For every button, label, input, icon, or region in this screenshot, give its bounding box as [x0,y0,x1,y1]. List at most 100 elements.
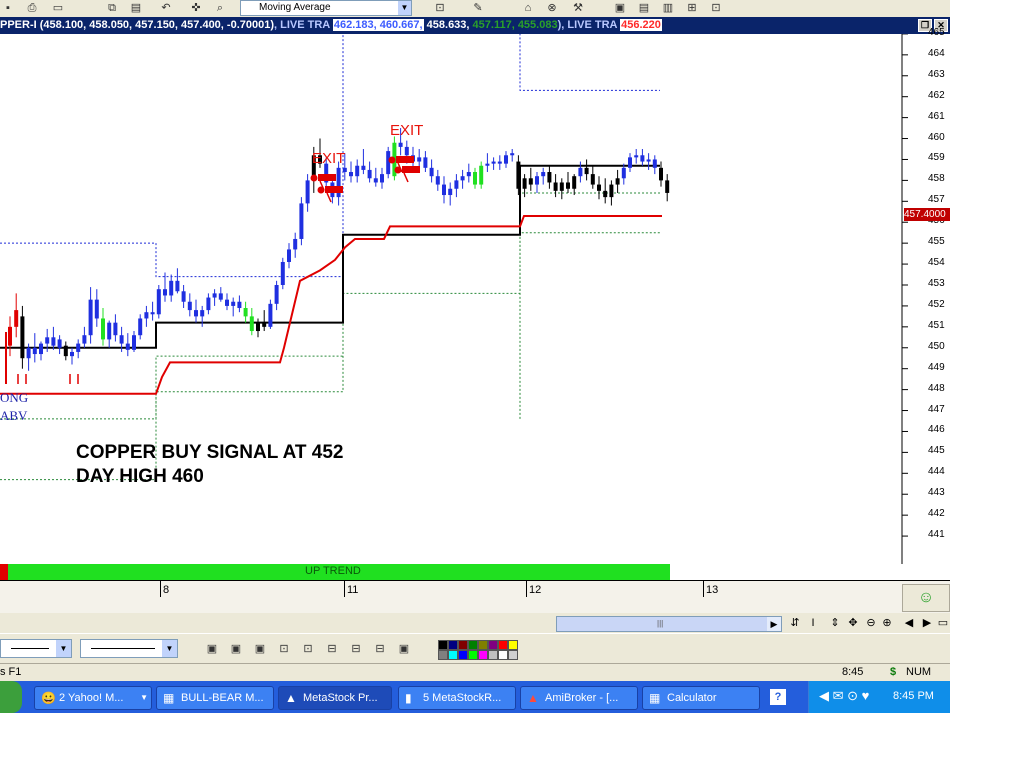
trend-bar-empty [670,564,950,580]
taskbar-item-metastock[interactable]: ▲ MetaStock Pr... [278,686,392,710]
object-icon[interactable]: ▣ [204,641,220,657]
price-chart[interactable]: COPPER BUY SIGNAL AT 452 DAY HIGH 460 EX… [0,34,950,564]
candle-body [212,293,217,298]
grid-icon[interactable]: ⊞ [684,1,700,15]
tester-icon[interactable]: ⌂ [520,1,536,15]
candle-body [113,322,118,336]
color-swatch[interactable] [508,650,518,660]
color-swatch[interactable] [498,640,508,650]
candle-body [14,310,19,327]
candle-body [597,184,601,191]
align-icon[interactable]: ⊡ [300,641,316,657]
color-swatch[interactable] [448,640,458,650]
align-icon[interactable]: ⊡ [276,641,292,657]
binoculars-icon[interactable]: ⊗ [544,1,560,15]
layout-icon[interactable]: ⊡ [708,1,724,15]
color-swatch[interactable] [458,640,468,650]
line-style-select[interactable]: ▼ [0,639,72,658]
color-swatch[interactable] [468,650,478,660]
crosshair-icon[interactable]: ✜ [188,1,204,15]
move-icon[interactable]: ✥ [846,615,860,631]
scroll-right-icon[interactable]: ▶ [767,617,781,631]
candle-body [225,299,229,306]
candle-body [572,176,577,189]
price-tick-label: 449 [928,361,945,373]
expert-icon[interactable]: ⊡ [432,1,448,15]
horizontal-scrollbar[interactable]: ||| ▶ [556,616,782,632]
color-swatch[interactable] [458,650,468,660]
candle-body [63,345,68,357]
explorer-icon[interactable]: ✎ [470,1,486,15]
indicator-values-c: 457.117, 455.083 [472,19,558,31]
tile-icon[interactable]: ▣ [612,1,628,15]
color-swatch[interactable] [488,640,498,650]
zoom-icon[interactable]: ⌕ [212,1,228,15]
taskbar-item-yahoo[interactable]: 😀 2 Yahoo! M... ▼ [34,686,152,710]
price-tick-label: 457 [928,194,945,206]
start-button[interactable] [0,681,22,713]
refresh-icon[interactable]: ⇵ [788,615,802,631]
color-palette[interactable] [438,640,528,660]
candle-body [473,172,477,185]
smiley-icon[interactable]: ☺ [902,584,950,612]
tray-icons[interactable]: ◀ ✉ ⊙ ♥ [819,688,869,704]
taskbar-item-bull-bear[interactable]: ▦ BULL-BEAR M... [156,686,274,710]
help-icon[interactable]: ? [770,689,786,705]
object-icon[interactable]: ▣ [228,641,244,657]
chevron-down-icon: ▼ [140,693,148,702]
candle-body [652,159,657,168]
taskbar-item-metastock-r[interactable]: ▮ 5 MetaStockR... [398,686,516,710]
cursor-icon[interactable]: I [806,615,820,631]
candle-body [274,285,279,304]
split-icon[interactable]: ▥ [660,1,676,15]
indicator-select[interactable]: Moving Average ▼ [240,0,412,16]
object-icon[interactable]: ▣ [252,641,268,657]
print-icon[interactable]: ⎙ [24,1,40,15]
price-tick-label: 441 [928,529,945,541]
color-swatch[interactable] [478,650,488,660]
layout-icon[interactable]: ⊟ [324,641,340,657]
exit-marker-1-dot [310,174,318,182]
color-swatch[interactable] [498,650,508,660]
candle-body [231,301,236,306]
candle-body [163,289,167,296]
line-weight-select[interactable]: ▼ [80,639,178,658]
color-swatch[interactable] [508,640,518,650]
color-swatch[interactable] [448,650,458,660]
color-swatch[interactable] [438,650,448,660]
paste-icon[interactable]: ▤ [128,1,144,15]
move-vertical-icon[interactable]: ⇕ [828,615,842,631]
prev-icon[interactable]: ◀ [902,615,916,631]
object-icon[interactable]: ▣ [396,641,412,657]
candle-body [417,157,422,162]
layout-icon[interactable]: ⊟ [348,641,364,657]
candle-body [535,176,539,185]
zoom-in-icon[interactable]: ⊕ [880,615,894,631]
color-swatch[interactable] [478,640,488,650]
undo-icon[interactable]: ↶ [158,1,174,15]
color-swatch[interactable] [438,640,448,650]
taskbar-item-amibroker[interactable]: ▲ AmiBroker - [... [520,686,638,710]
save-icon[interactable]: ▪ [0,1,16,15]
maximize-icon[interactable]: ▭ [936,615,950,631]
windows-icon[interactable]: ▤ [636,1,652,15]
candle-body [181,291,186,302]
candle-body [615,178,620,185]
color-swatch[interactable] [468,640,478,650]
copy-icon[interactable]: ⧉ [104,1,120,15]
chevron-down-icon[interactable]: ▼ [398,1,411,15]
color-swatch[interactable] [488,650,498,660]
main-toolbar: ▪ ⎙ ▭ ⧉ ▤ ↶ ✜ ⌕ Moving Average ▼ ⊡ ✎ ⌂ ⊗… [0,0,950,18]
candle-body [466,172,471,177]
tools-icon[interactable]: ⚒ [570,1,586,15]
preview-icon[interactable]: ▭ [50,1,66,15]
taskbar-item-calculator[interactable]: ▦ Calculator [642,686,760,710]
drawing-toolbar: ▼ ▼ ▣ ▣ ▣ ⊡ ⊡ ⊟ ⊟ ⊟ ▣ [0,633,950,664]
price-tick-label: 451 [928,319,945,331]
chevron-down-icon[interactable]: ▼ [162,640,177,657]
layout-icon[interactable]: ⊟ [372,641,388,657]
next-icon[interactable]: ▶ [920,615,934,631]
exit-annotation-1: EXIT [312,150,346,167]
zoom-out-icon[interactable]: ⊖ [864,615,878,631]
chevron-down-icon[interactable]: ▼ [56,640,71,657]
